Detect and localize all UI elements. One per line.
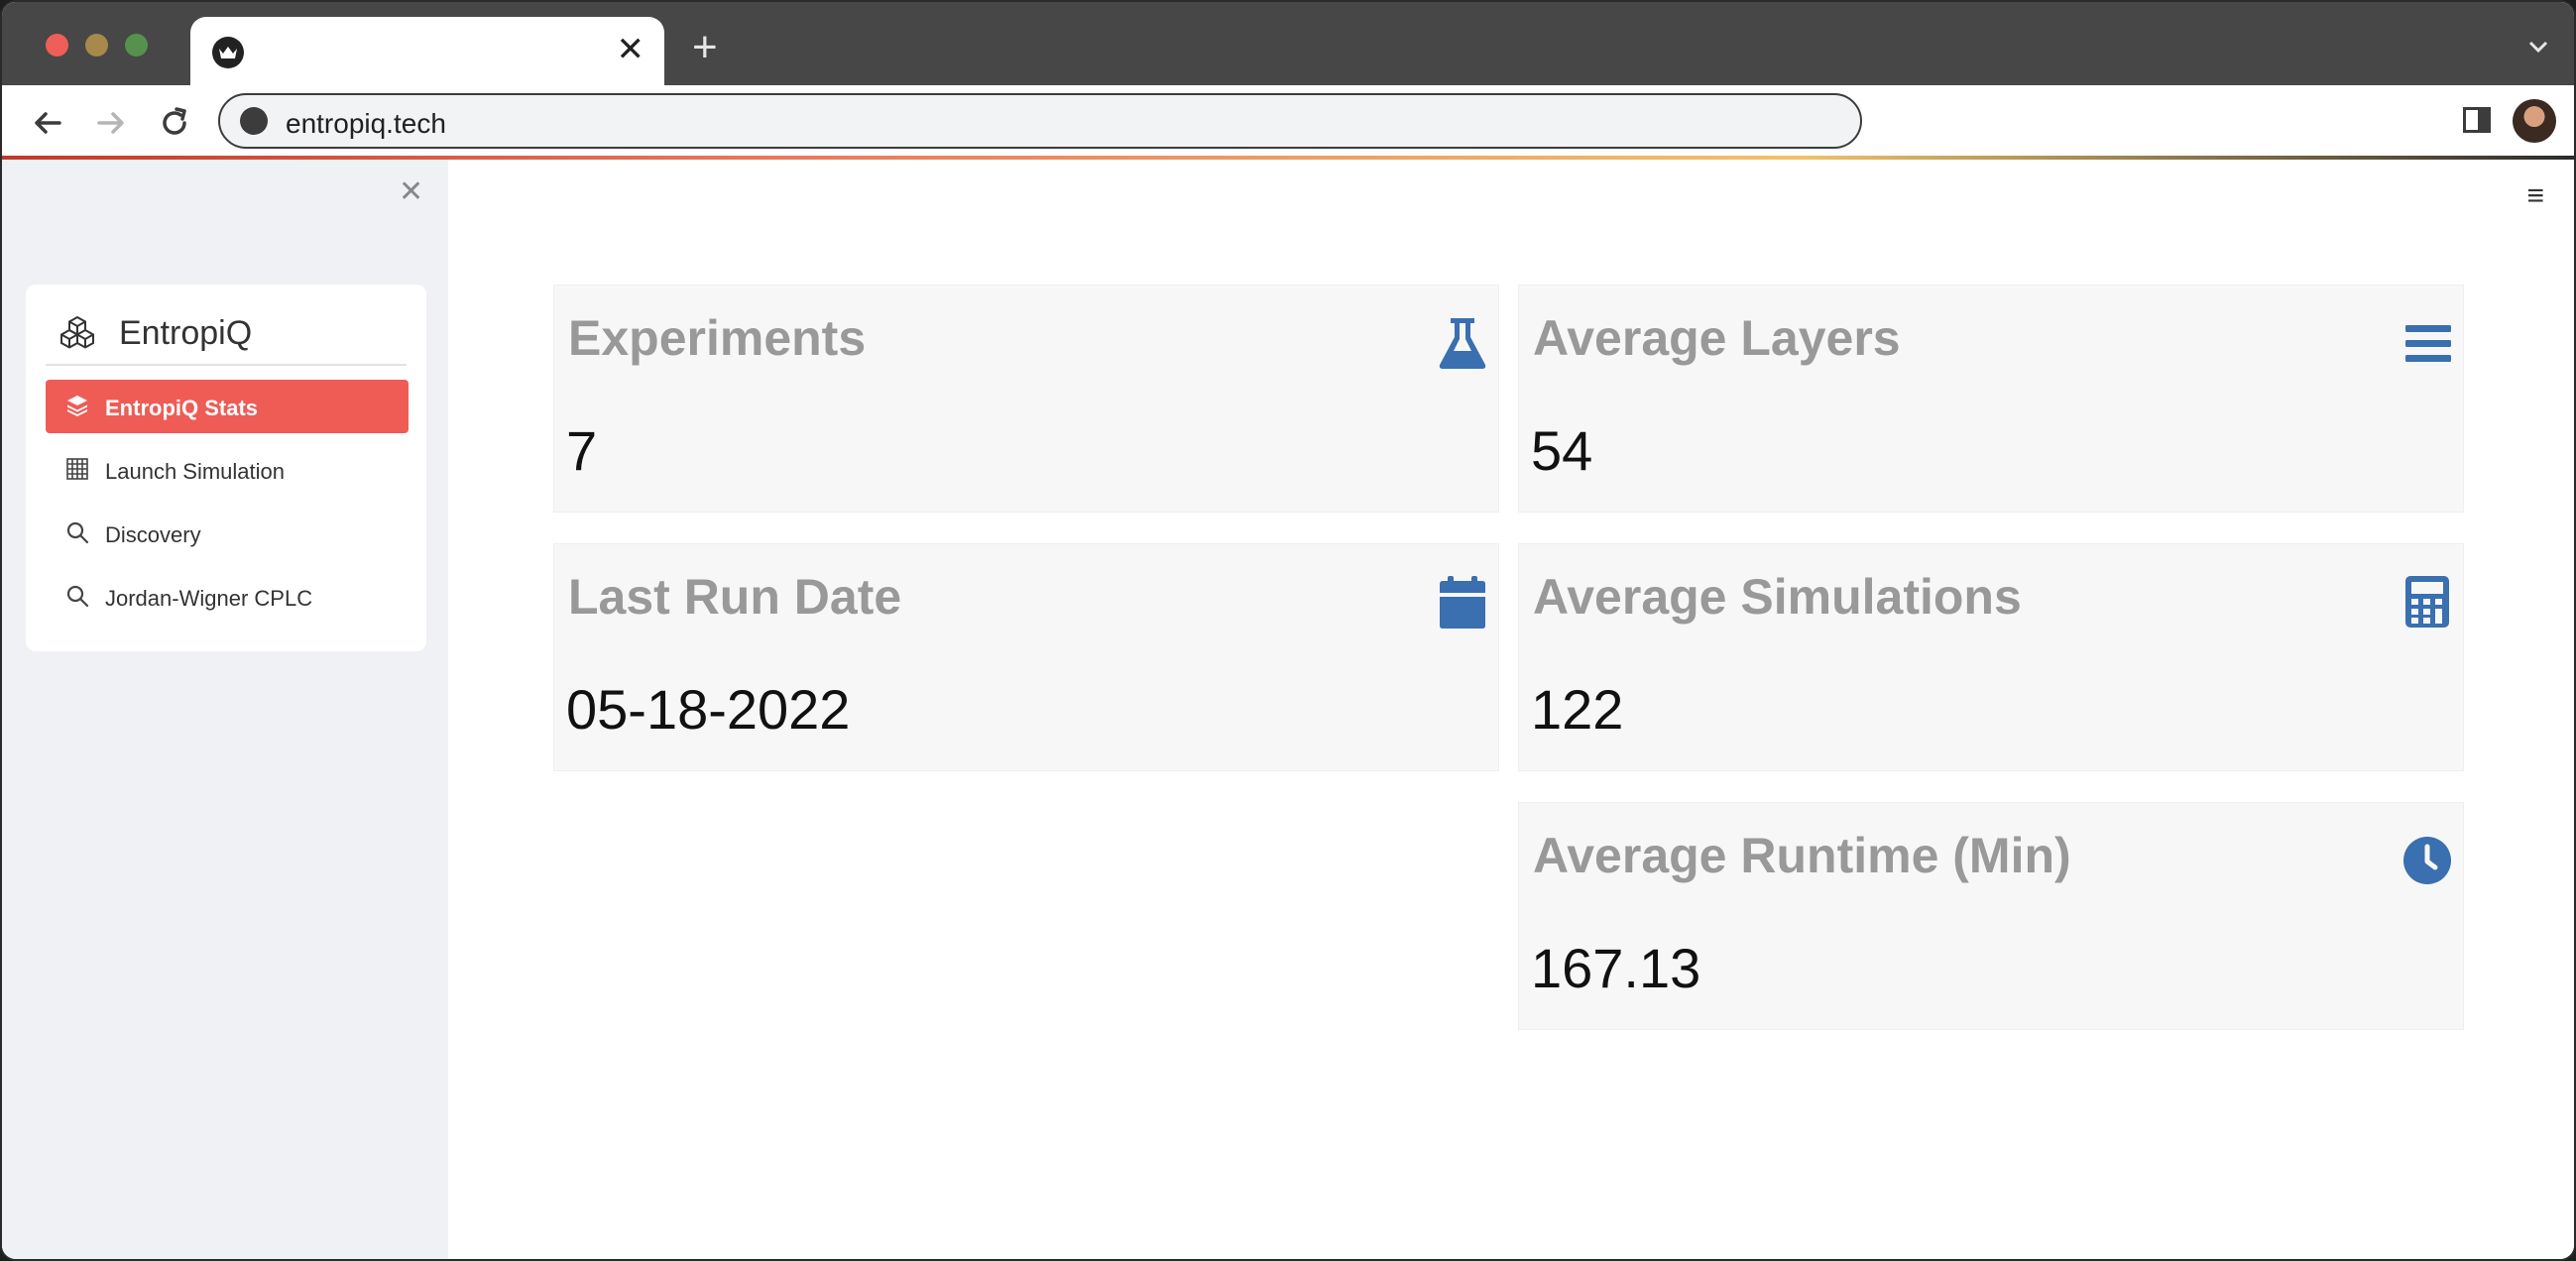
browser-tab[interactable]: ✕ <box>190 17 664 85</box>
stat-title: Average Layers <box>1533 310 1901 366</box>
stat-card-experiments: Experiments 7 <box>553 285 1499 513</box>
cubes-icon <box>59 314 95 355</box>
forward-arrow-icon[interactable] <box>91 103 131 143</box>
sidebar-nav-card: EntropiQ EntropiQ Stats Launch Simulatio… <box>26 285 426 651</box>
stat-title: Average Simulations <box>1533 569 2022 625</box>
sidebar-item-entropiq-stats[interactable]: EntropiQ Stats <box>46 380 409 433</box>
menu-button[interactable]: ≡ <box>2526 181 2544 211</box>
stat-title: Average Runtime (Min) <box>1533 828 2071 883</box>
stat-title: Last Run Date <box>568 569 902 625</box>
search-icon <box>65 520 89 544</box>
stat-card-average-runtime: Average Runtime (Min) 167.13 <box>1518 802 2464 1030</box>
crown-icon <box>212 37 244 68</box>
sidebar-item-label: Discovery <box>105 522 201 547</box>
stat-value: 122 <box>1531 678 1624 741</box>
browser-window: ✕ + entropiq.tech ✕ EntropiQ EntropiQ St… <box>0 0 2576 1261</box>
grid-icon <box>65 457 89 481</box>
sidebar-item-jordan-wigner-cplc[interactable]: Jordan-Wigner CPLC <box>46 570 409 624</box>
sidebar-item-label: EntropiQ Stats <box>105 396 259 420</box>
url-text: entropiq.tech <box>286 108 446 139</box>
stat-card-average-layers: Average Layers 54 <box>1518 285 2464 513</box>
maximize-window-button[interactable] <box>125 34 148 57</box>
sidebar-item-label: Launch Simulation <box>105 459 286 484</box>
layers-icon <box>65 394 89 417</box>
flask-icon <box>1437 315 1488 371</box>
sidebar-item-discovery[interactable]: Discovery <box>46 507 409 560</box>
calendar-icon <box>1437 574 1488 630</box>
stat-value: 54 <box>1531 419 1593 482</box>
stat-value: 167.13 <box>1531 937 1701 999</box>
back-arrow-icon[interactable] <box>28 103 67 143</box>
bars-icon <box>2401 315 2453 371</box>
close-window-button[interactable] <box>46 34 68 57</box>
profile-avatar[interactable] <box>2513 99 2556 143</box>
stat-value: 05-18-2022 <box>566 678 851 741</box>
sidebar: ✕ EntropiQ EntropiQ Stats Launch Simulat… <box>2 160 448 1259</box>
stat-value: 7 <box>566 419 598 482</box>
stat-title: Experiments <box>568 310 867 366</box>
clock-icon <box>2401 833 2453 888</box>
tab-close-button[interactable]: ✕ <box>617 33 645 66</box>
page-content: ✕ EntropiQ EntropiQ Stats Launch Simulat… <box>2 160 2574 1259</box>
stat-card-last-run-date: Last Run Date 05-18-2022 <box>553 543 1499 771</box>
globe-icon[interactable] <box>240 107 268 135</box>
side-panel-icon[interactable] <box>2463 107 2491 133</box>
reload-icon[interactable] <box>155 103 194 143</box>
browser-toolbar: entropiq.tech <box>2 85 2574 159</box>
search-icon <box>65 584 89 608</box>
tab-strip: ✕ + <box>2 2 2574 85</box>
calculator-icon <box>2401 574 2453 630</box>
chevron-down-icon[interactable] <box>2528 40 2548 57</box>
new-tab-button[interactable]: + <box>692 26 718 69</box>
sidebar-item-label: Jordan-Wigner CPLC <box>105 586 313 611</box>
brand-name: EntropiQ <box>119 314 253 352</box>
minimize-window-button[interactable] <box>85 34 108 57</box>
stat-card-average-simulations: Average Simulations 122 <box>1518 543 2464 771</box>
address-bar[interactable]: entropiq.tech <box>218 93 1862 149</box>
sidebar-item-launch-simulation[interactable]: Launch Simulation <box>46 443 409 497</box>
divider <box>46 364 407 366</box>
sidebar-close-button[interactable]: ✕ <box>399 177 423 207</box>
